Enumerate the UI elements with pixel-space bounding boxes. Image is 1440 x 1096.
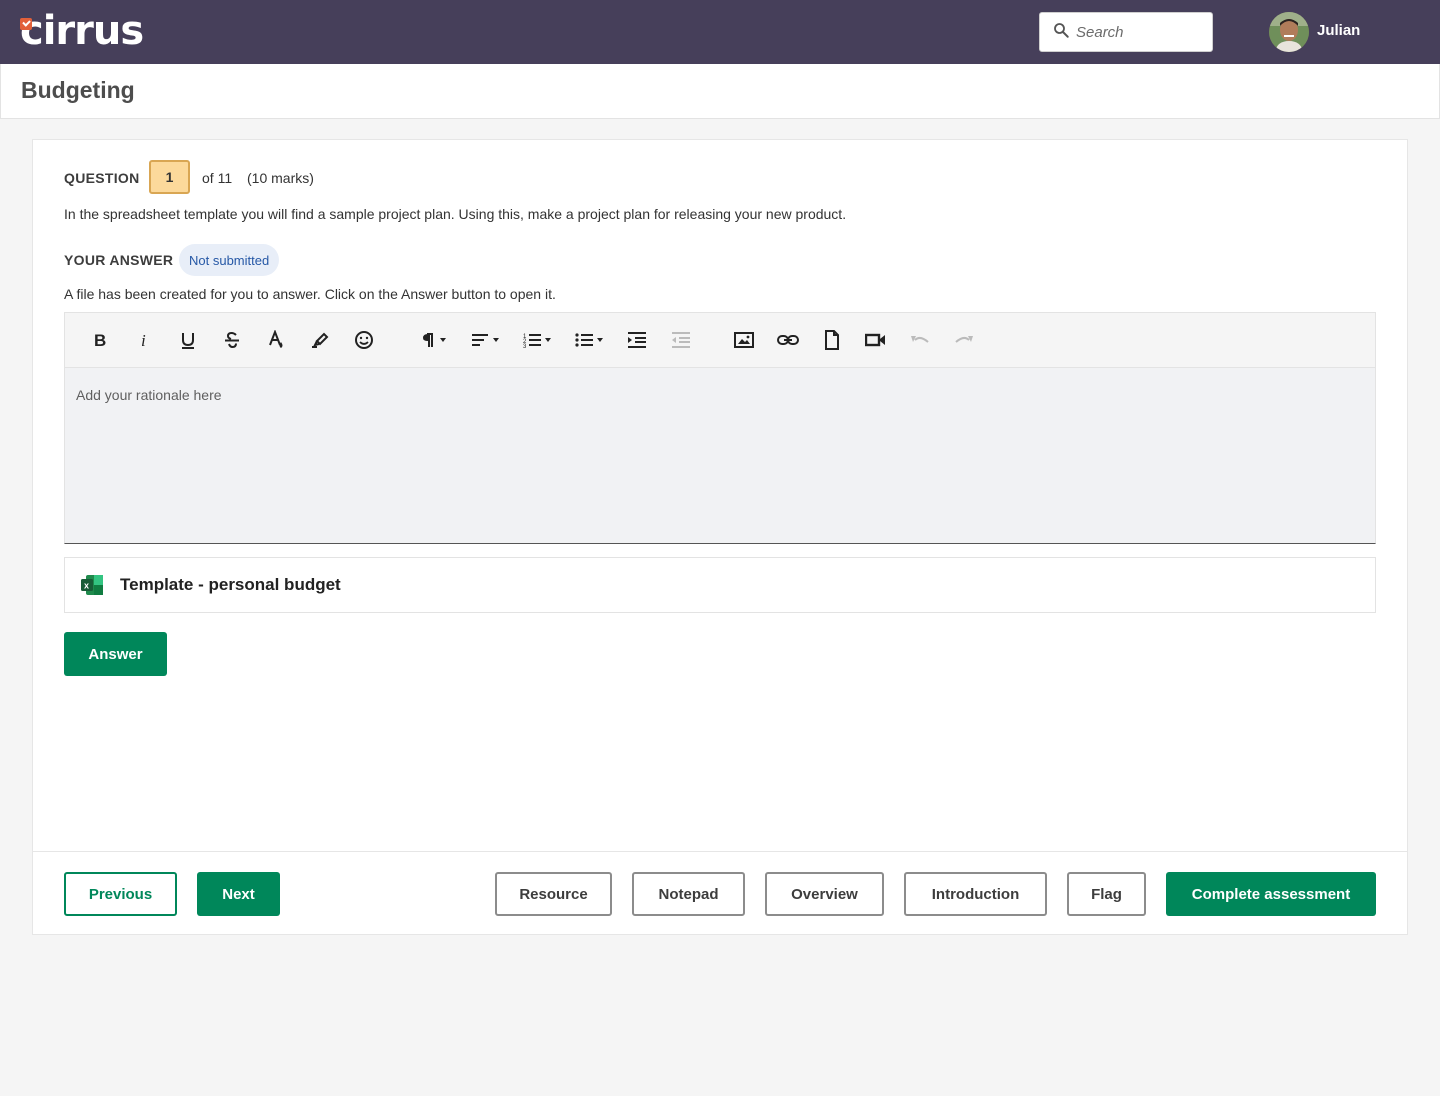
outdent-icon xyxy=(669,327,693,353)
text-color-icon[interactable] xyxy=(265,327,287,353)
question-card: QUESTION 1 of 11 (10 marks) In the sprea… xyxy=(32,139,1408,935)
next-button[interactable]: Next xyxy=(197,872,280,916)
unordered-list-icon[interactable] xyxy=(573,327,607,353)
footer-navigation: Previous Next Resource Notepad Overview … xyxy=(33,851,1407,935)
bold-icon[interactable]: B xyxy=(89,327,111,353)
insert-file-icon[interactable] xyxy=(821,327,843,353)
page-title: Budgeting xyxy=(21,77,135,103)
search-box[interactable] xyxy=(1039,12,1213,52)
overview-button[interactable]: Overview xyxy=(765,872,884,916)
top-bar: cirrus Julian xyxy=(0,0,1440,64)
complete-assessment-button[interactable]: Complete assessment xyxy=(1166,872,1376,916)
search-icon xyxy=(1052,21,1070,44)
question-text: In the spreadsheet template you will fin… xyxy=(64,206,847,222)
editor-placeholder[interactable]: Add your rationale here xyxy=(76,387,222,403)
paragraph-format-icon[interactable] xyxy=(417,327,451,353)
svg-text:i: i xyxy=(141,332,146,348)
logo-text: cirrus xyxy=(20,8,144,54)
question-number[interactable]: 1 xyxy=(149,160,190,194)
excel-file-icon: x xyxy=(81,575,103,600)
answer-label: YOUR ANSWER xyxy=(64,252,174,268)
question-total: of 11 xyxy=(202,170,233,186)
indent-icon[interactable] xyxy=(625,327,649,353)
page-header: Budgeting xyxy=(0,64,1440,119)
italic-icon[interactable]: i xyxy=(133,327,155,353)
insert-video-icon[interactable] xyxy=(865,327,887,353)
redo-icon xyxy=(953,327,975,353)
align-icon[interactable] xyxy=(469,327,503,353)
undo-icon xyxy=(909,327,931,353)
cirrus-logo[interactable]: cirrus xyxy=(20,8,144,54)
avatar[interactable] xyxy=(1269,12,1309,52)
answer-help-text: A file has been created for you to answe… xyxy=(64,286,556,302)
ordered-list-icon[interactable]: 123 xyxy=(521,327,555,353)
insert-image-icon[interactable] xyxy=(733,327,755,353)
introduction-button[interactable]: Introduction xyxy=(904,872,1047,916)
svg-text:B: B xyxy=(94,332,106,348)
resource-button[interactable]: Resource xyxy=(495,872,612,916)
underline-icon[interactable] xyxy=(177,327,199,353)
notepad-button[interactable]: Notepad xyxy=(632,872,745,916)
status-badge: Not submitted xyxy=(179,244,280,276)
insert-link-icon[interactable] xyxy=(777,327,799,353)
check-mark-icon xyxy=(20,18,32,30)
emoji-icon[interactable] xyxy=(353,327,375,353)
attached-file[interactable]: x Template - personal budget xyxy=(64,557,1376,613)
strikethrough-icon[interactable] xyxy=(221,327,243,353)
question-marks: (10 marks) xyxy=(247,170,314,186)
file-name[interactable]: Template - personal budget xyxy=(120,575,341,595)
answer-button[interactable]: Answer xyxy=(64,632,167,676)
search-input[interactable] xyxy=(1076,23,1196,41)
previous-button[interactable]: Previous xyxy=(64,872,177,916)
svg-text:x: x xyxy=(84,581,89,591)
svg-text:3: 3 xyxy=(523,344,527,349)
highlight-icon[interactable] xyxy=(309,327,331,353)
rich-text-editor[interactable]: B i 1 2 3 Add your rationale here xyxy=(64,312,1376,544)
question-label: QUESTION xyxy=(64,170,140,186)
editor-toolbar: B i 1 2 3 xyxy=(65,313,1375,368)
flag-button[interactable]: Flag xyxy=(1067,872,1146,916)
user-name[interactable]: Julian xyxy=(1317,22,1360,39)
